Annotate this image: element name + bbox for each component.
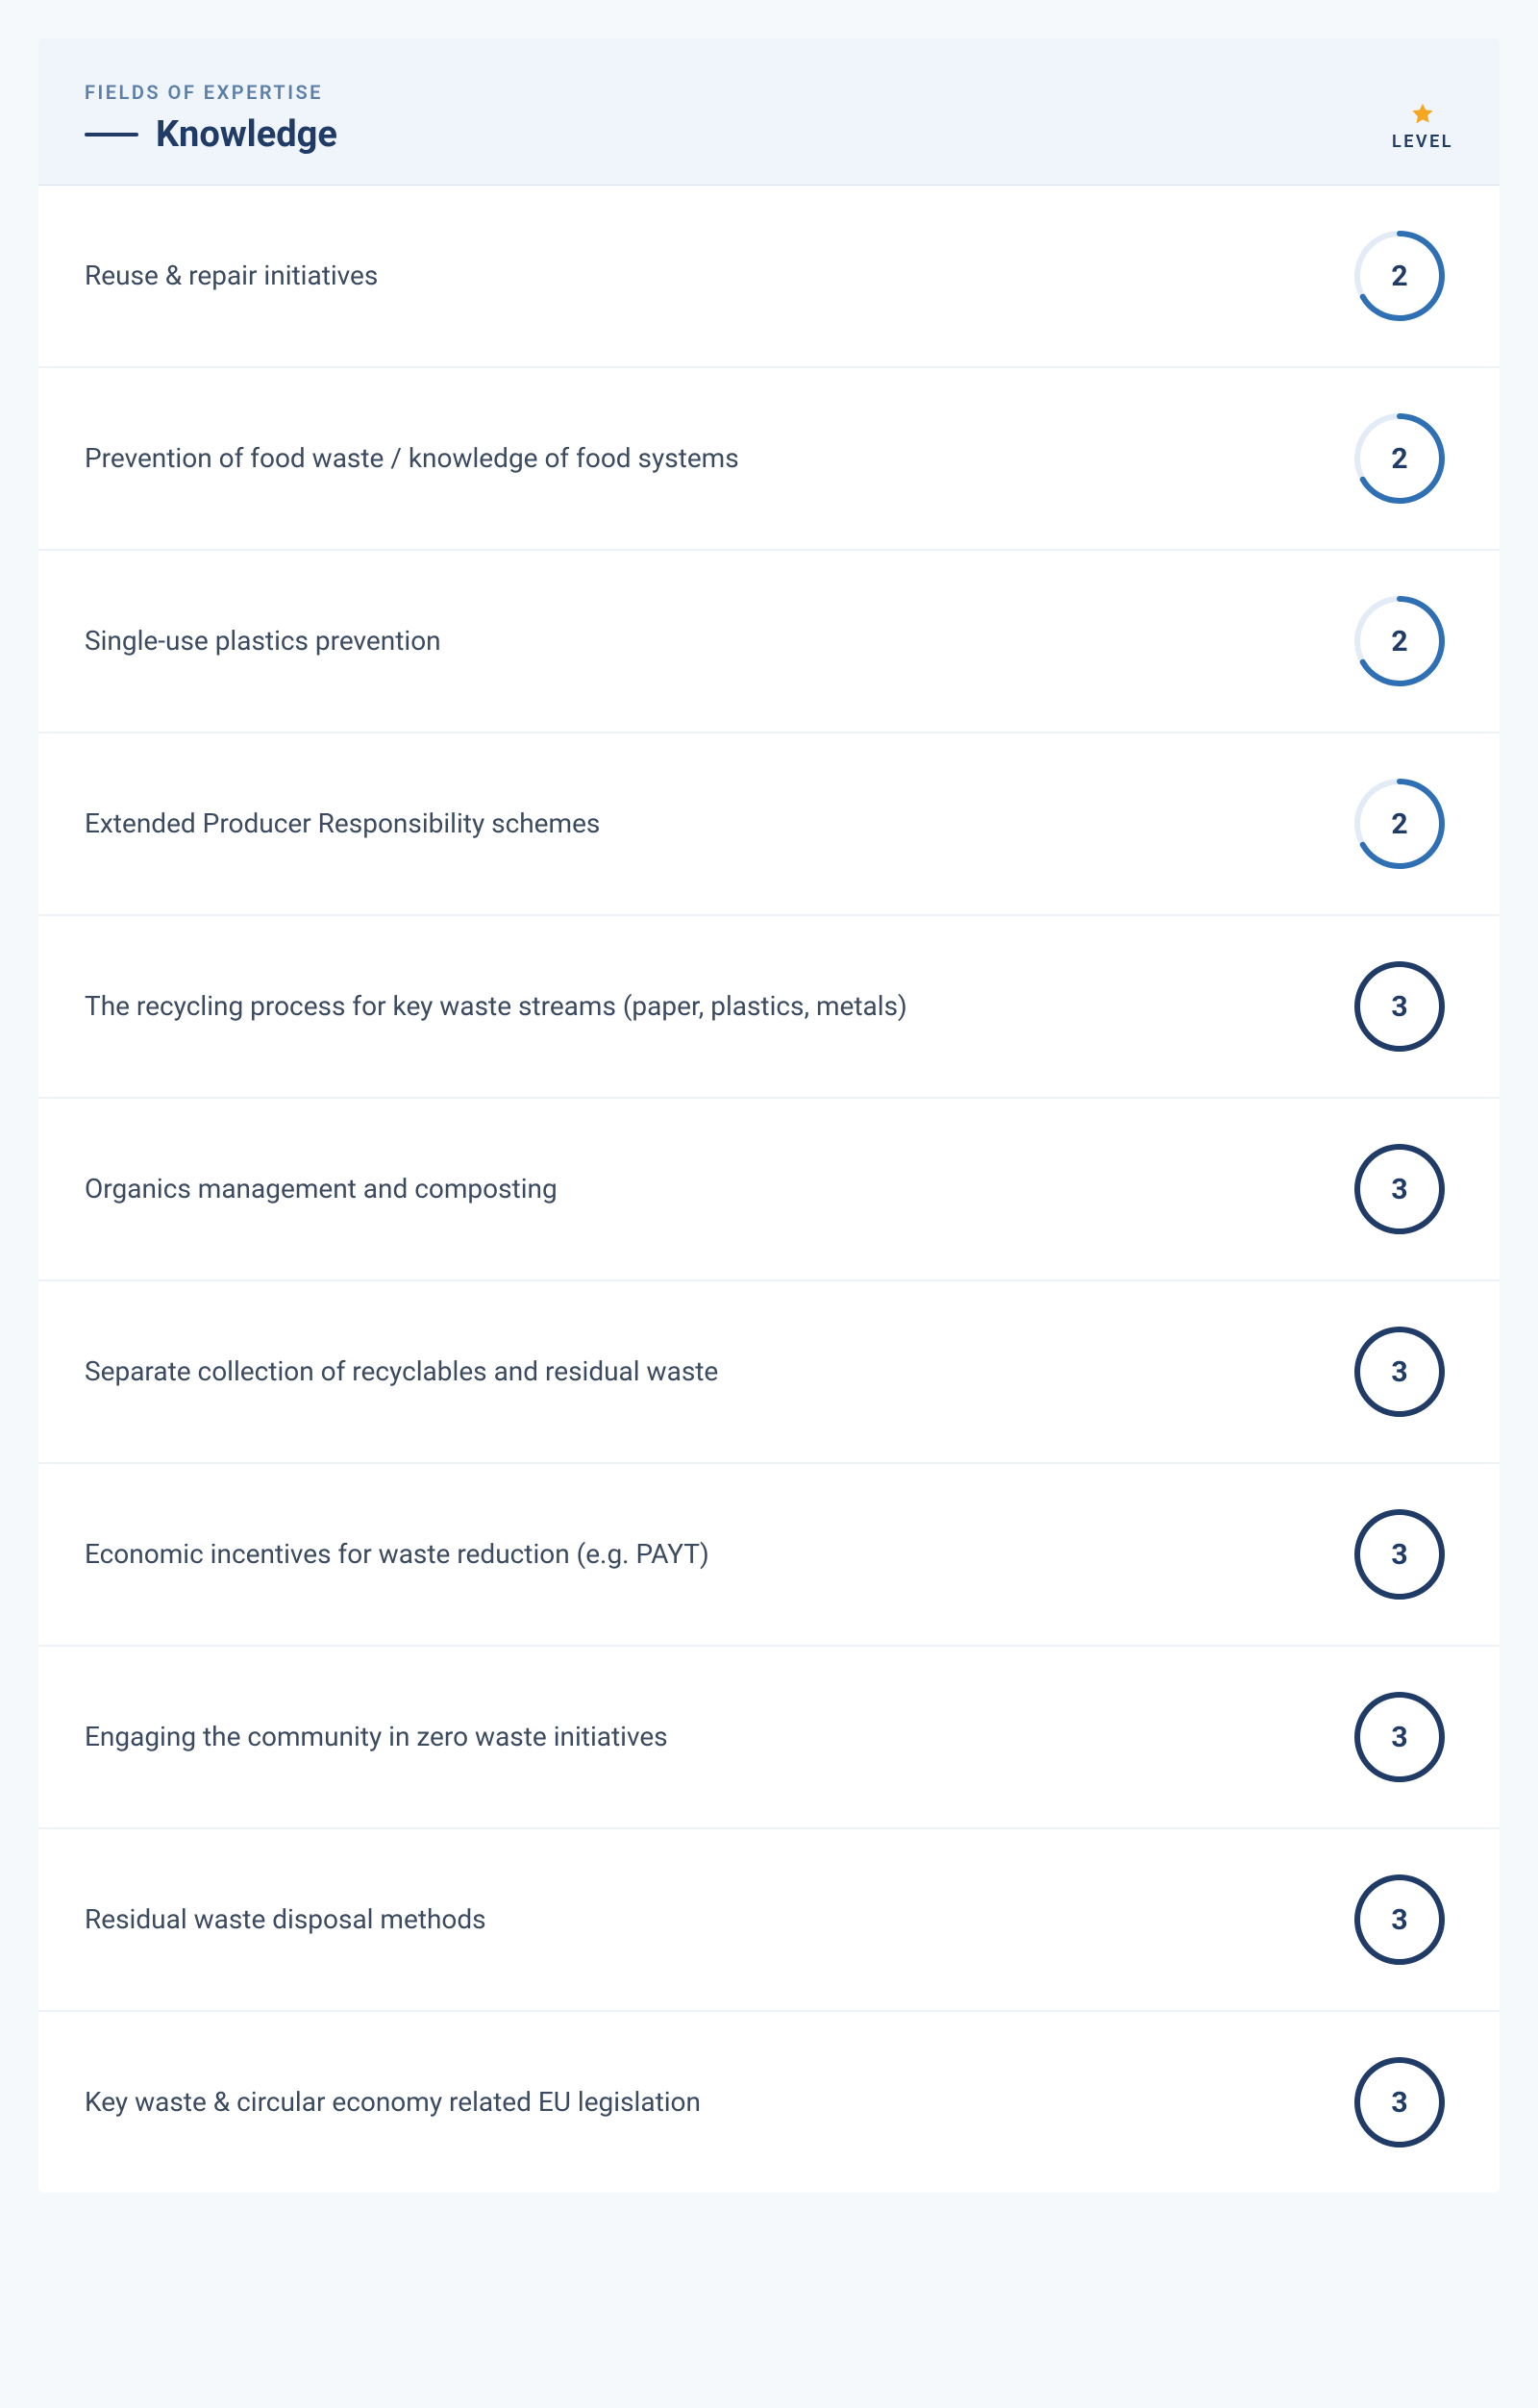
level-badge: 3: [1353, 1326, 1446, 1418]
level-column-label: LEVEL: [1392, 132, 1453, 152]
level-value: 3: [1353, 1874, 1446, 1966]
header-right: LEVEL: [1392, 101, 1453, 156]
section-title-row: Knowledge: [85, 113, 337, 156]
level-badge: 3: [1353, 1874, 1446, 1966]
level-badge: 3: [1353, 960, 1446, 1053]
level-value: 3: [1353, 960, 1446, 1053]
expertise-row: Reuse & repair initiatives2: [38, 186, 1500, 368]
rows-container: Reuse & repair initiatives2Prevention of…: [38, 186, 1500, 2193]
level-badge: 2: [1353, 412, 1446, 505]
section-eyebrow: FIELDS OF EXPERTISE: [85, 81, 337, 104]
expertise-row: Separate collection of recyclables and r…: [38, 1281, 1500, 1464]
expertise-label: Residual waste disposal methods: [85, 1901, 1353, 1938]
expertise-label: Single-use plastics prevention: [85, 623, 1353, 659]
star-icon: [1410, 101, 1435, 126]
level-badge: 2: [1353, 595, 1446, 687]
expertise-row: Prevention of food waste / knowledge of …: [38, 368, 1500, 551]
header-left: FIELDS OF EXPERTISE Knowledge: [85, 81, 337, 156]
expertise-label: Economic incentives for waste reduction …: [85, 1536, 1353, 1573]
level-value: 3: [1353, 1326, 1446, 1418]
expertise-label: Organics management and composting: [85, 1171, 1353, 1207]
expertise-label: The recycling process for key waste stre…: [85, 988, 1353, 1025]
level-badge: 3: [1353, 1508, 1446, 1601]
level-value: 2: [1353, 778, 1446, 870]
expertise-row: Extended Producer Responsibility schemes…: [38, 733, 1500, 916]
title-dash: [85, 133, 138, 137]
level-badge: 3: [1353, 1143, 1446, 1235]
section-title: Knowledge: [156, 113, 337, 156]
expertise-row: The recycling process for key waste stre…: [38, 916, 1500, 1099]
expertise-row: Residual waste disposal methods3: [38, 1829, 1500, 2012]
level-value: 3: [1353, 1508, 1446, 1601]
expertise-label: Engaging the community in zero waste ini…: [85, 1719, 1353, 1755]
level-value: 3: [1353, 1143, 1446, 1235]
level-badge: 2: [1353, 778, 1446, 870]
expertise-label: Reuse & repair initiatives: [85, 258, 1353, 294]
expertise-row: Key waste & circular economy related EU …: [38, 2012, 1500, 2193]
page: FIELDS OF EXPERTISE Knowledge LEVEL Reus…: [0, 0, 1538, 2250]
expertise-label: Key waste & circular economy related EU …: [85, 2084, 1353, 2121]
level-badge: 2: [1353, 230, 1446, 322]
expertise-card: FIELDS OF EXPERTISE Knowledge LEVEL Reus…: [38, 38, 1500, 2193]
expertise-row: Economic incentives for waste reduction …: [38, 1464, 1500, 1647]
level-value: 2: [1353, 412, 1446, 505]
level-value: 2: [1353, 230, 1446, 322]
expertise-row: Single-use plastics prevention2: [38, 551, 1500, 733]
expertise-label: Extended Producer Responsibility schemes: [85, 806, 1353, 842]
card-header: FIELDS OF EXPERTISE Knowledge LEVEL: [38, 38, 1500, 186]
level-badge: 3: [1353, 1691, 1446, 1783]
expertise-label: Prevention of food waste / knowledge of …: [85, 440, 1353, 477]
level-value: 3: [1353, 2056, 1446, 2148]
level-value: 3: [1353, 1691, 1446, 1783]
expertise-label: Separate collection of recyclables and r…: [85, 1353, 1353, 1390]
level-badge: 3: [1353, 2056, 1446, 2148]
level-value: 2: [1353, 595, 1446, 687]
expertise-row: Engaging the community in zero waste ini…: [38, 1647, 1500, 1829]
expertise-row: Organics management and composting3: [38, 1099, 1500, 1281]
